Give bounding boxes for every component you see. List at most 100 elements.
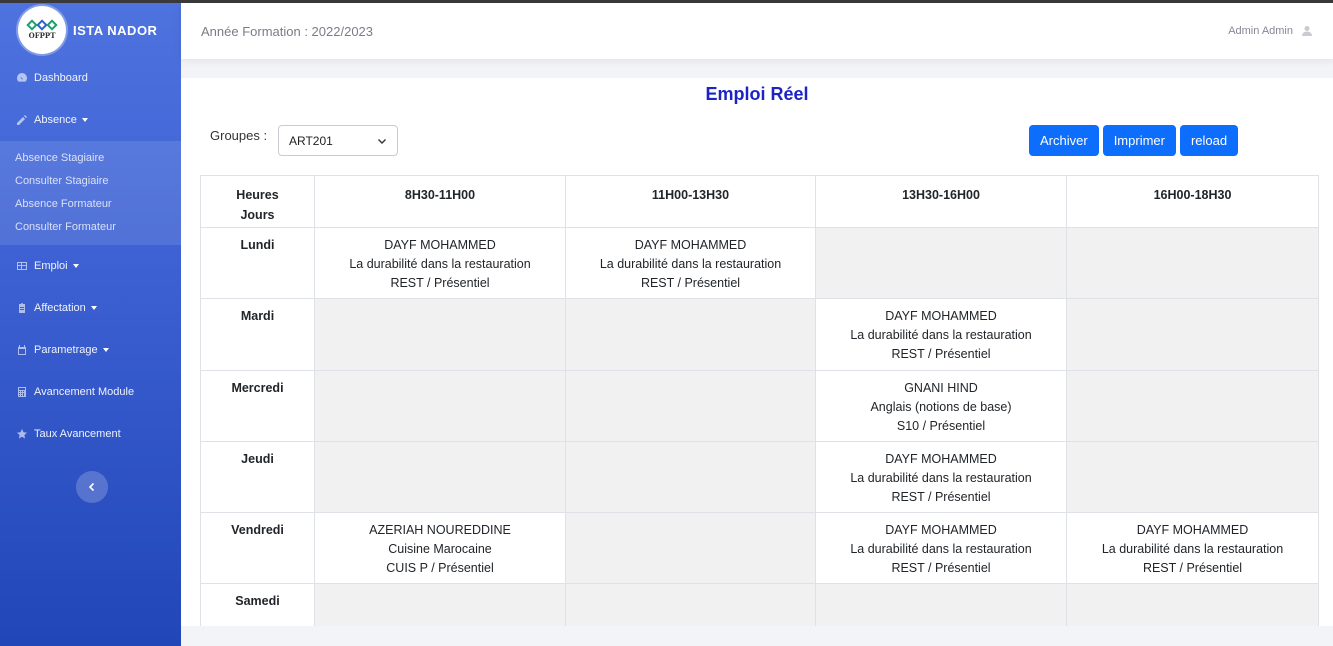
sidebar-item-label: Taux Avancement [34,428,121,440]
day-cell: Vendredi [200,512,315,585]
sidebar-item-affectation[interactable]: Affectation [0,287,181,329]
empty-slot-cell[interactable] [1066,440,1319,514]
session-module: La durabilité dans la restauration [599,257,782,271]
action-buttons: Archiver Imprimer reload [1029,125,1239,156]
session-module: Anglais (notions de base) [870,399,1012,414]
sidebar-item-label: Absence [34,114,77,126]
session-cell[interactable]: DAYF MOHAMMED La durabilité dans la resta… [1066,512,1319,585]
slot-header: 13H30-16H00 [815,175,1067,228]
session-module: La durabilité dans la restauration [850,470,1032,485]
corner-header: Heures Jours [200,175,315,228]
session-cell[interactable]: DAYF MOHAMMED La durabilité dans la resta… [815,440,1067,514]
page-title: Emploi Réel [705,84,809,104]
empty-slot-cell[interactable] [565,298,816,371]
table-row: Lundi DAYF MOHAMMED La durabilité dans la … [200,226,1319,300]
day-cell: Mardi [200,298,315,371]
session-module: La durabilité dans la restauration [850,328,1032,343]
submenu-consulter-stagiaire[interactable]: Consulter Stagiaire [0,170,181,193]
submenu-consulter-formateur[interactable]: Consulter Formateur [0,216,181,239]
slot-header: 16H00-18H30 [1066,175,1319,228]
session-formateur: DAYF MOHAMMED [885,451,997,466]
sidebar-item-absence[interactable]: Absence [0,99,181,141]
table-row: Jeudi DAYF MOHAMMED La durabilité dans la … [200,440,1319,514]
empty-slot-cell[interactable] [314,369,566,442]
chevron-down-icon [378,139,386,144]
imprimer-button[interactable]: Imprimer [1102,125,1176,156]
schedule-body: Lundi DAYF MOHAMMED La durabilité dans la … [200,226,1319,646]
archiver-button[interactable]: Archiver [1029,125,1099,156]
session-module: La durabilité dans la restauration [1101,542,1284,557]
reload-button[interactable]: reload [1179,125,1239,156]
sidebar-item-label: Avancement Module [34,386,135,398]
sidebar-item-avancement-module[interactable]: Avancement Module [0,371,181,413]
session-formateur: DAYF MOHAMMED [885,309,997,324]
sidebar-item-label: Emploi [34,260,68,272]
empty-slot-cell[interactable] [565,512,816,585]
session-cell[interactable]: GNANI HIND Anglais (notions de base) S10 /… [815,369,1067,442]
sidebar-toggle-button[interactable] [76,471,108,503]
groupes-select[interactable]: ART201 [278,125,398,156]
session-cell[interactable]: DAYF MOHAMMED La durabilité dans la resta… [815,512,1067,585]
user-icon [1302,26,1312,36]
absence-submenu: Absence Stagiaire Consulter Stagiaire Ab… [0,141,181,245]
sidebar-item-label: Parametrage [34,344,98,356]
session-salle: REST / Présentiel [891,561,991,576]
session-module: La durabilité dans la restauration [349,257,531,271]
heures-label: Heures [236,188,279,202]
empty-slot-cell[interactable] [565,369,816,442]
calculator-icon [16,386,28,398]
ofppt-logo: OFPPT [18,6,66,54]
user-menu[interactable]: Admin Admin [1228,25,1313,37]
session-cell[interactable]: DAYF MOHAMMED La durabilité dans la resta… [314,226,566,300]
session-formateur: DAYF MOHAMMED [1136,523,1249,538]
groupes-selected-value: ART201 [289,133,333,148]
topbar: Année Formation : 2022/2023 Admin Admin [181,3,1333,59]
session-formateur: DAYF MOHAMMED [885,523,997,538]
table-icon [16,260,28,272]
clipboard-icon [16,302,28,314]
sidebar-item-label: Dashboard [34,72,88,84]
session-cell[interactable]: AZERIAH NOUREDDINE Cuisine Marocaine CUIS … [314,512,566,585]
caret-down-icon [102,348,109,352]
day-cell: Jeudi [200,440,315,514]
caret-down-icon [81,118,88,122]
session-cell[interactable]: DAYF MOHAMMED La durabilité dans la resta… [815,298,1067,371]
page-footer-space [181,626,1333,646]
brand[interactable]: OFPPT ISTA NADOR [0,3,181,57]
session-salle: REST / Présentiel [891,489,991,504]
day-cell: Lundi [200,226,315,300]
session-formateur: DAYF MOHAMMED [634,238,747,252]
day-cell: Mercredi [200,369,315,442]
table-row: Vendredi AZERIAH NOUREDDINE Cuisine Maroca… [200,512,1319,585]
empty-slot-cell[interactable] [314,298,566,371]
sidebar-item-taux-avancement[interactable]: Taux Avancement [0,413,181,455]
caret-down-icon [72,264,79,268]
user-name: Admin Admin [1228,25,1293,37]
empty-slot-cell[interactable] [314,440,566,514]
session-cell[interactable]: DAYF MOHAMMED La durabilité dans la resta… [565,226,816,300]
sidebar-item-dashboard[interactable]: Dashboard [0,57,181,99]
empty-slot-cell[interactable] [565,440,816,514]
sidebar-item-emploi[interactable]: Emploi [0,245,181,287]
empty-slot-cell[interactable] [1066,369,1319,442]
schedule-table: Heures Jours 8H30-11H00 11H00-13H30 13H3… [200,175,1319,646]
session-module: Cuisine Marocaine [388,542,492,557]
groupes-label: Groupes : [210,128,268,143]
main-content: Emploi Réel Groupes : ART201 Archiver Im… [181,78,1333,646]
session-module: La durabilité dans la restauration [850,542,1032,557]
sidebar-item-label: Affectation [34,302,86,314]
annee-formation: Année Formation : 2022/2023 [201,23,374,39]
empty-slot-cell[interactable] [815,226,1067,300]
chevron-left-icon [88,482,95,492]
submenu-absence-formateur[interactable]: Absence Formateur [0,193,181,216]
empty-slot-cell[interactable] [1066,226,1319,300]
session-salle: REST / Présentiel [390,276,490,290]
session-salle: S10 / Présentiel [896,418,986,433]
calendar-icon [16,344,28,356]
pencil-icon [16,114,28,126]
submenu-absence-stagiaire[interactable]: Absence Stagiaire [0,147,181,170]
sidebar-item-parametrage[interactable]: Parametrage [0,329,181,371]
session-salle: CUIS P / Présentiel [386,561,494,576]
session-salle: REST / Présentiel [891,347,991,362]
empty-slot-cell[interactable] [1066,298,1319,371]
